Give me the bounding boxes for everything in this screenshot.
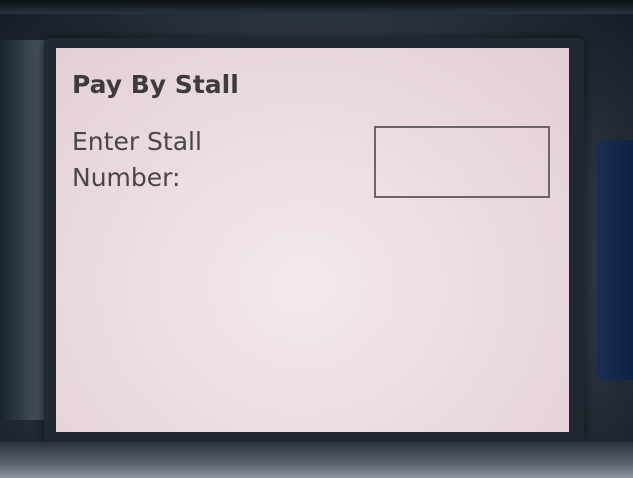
device-side-panel <box>597 140 633 380</box>
stall-number-label: Enter Stall Number: <box>72 127 202 192</box>
device-bottom-bezel <box>0 442 633 478</box>
page-title: Pay By Stall <box>72 70 239 99</box>
device-top-bezel <box>0 0 633 14</box>
kiosk-photo: Pay By Stall Enter Stall Number: <box>0 0 633 478</box>
kiosk-screen: Pay By Stall Enter Stall Number: <box>56 48 569 432</box>
stall-number-input[interactable] <box>374 126 550 198</box>
